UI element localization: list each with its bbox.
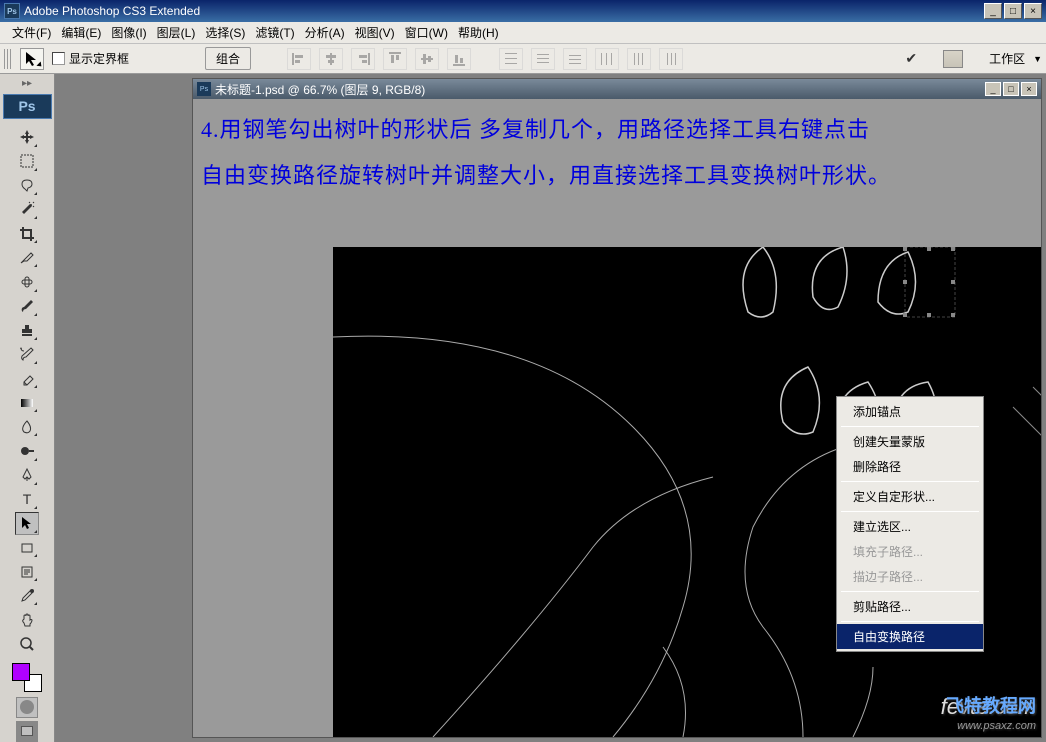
screenmode-button[interactable] xyxy=(16,721,38,742)
foreground-color[interactable] xyxy=(12,663,30,681)
menu-view[interactable]: 视图(V) xyxy=(351,22,399,43)
svg-text:T: T xyxy=(23,491,32,507)
menu-layer[interactable]: 图层(L) xyxy=(153,22,200,43)
wand-tool[interactable] xyxy=(15,198,39,221)
menu-help[interactable]: 帮助(H) xyxy=(454,22,503,43)
maximize-button[interactable]: □ xyxy=(1004,3,1022,19)
ctx-create-mask[interactable]: 创建矢量蒙版 xyxy=(837,429,983,454)
app-titlebar: Ps Adobe Photoshop CS3 Extended _ □ × xyxy=(0,0,1046,22)
ps-logo-icon: Ps xyxy=(3,94,52,119)
distribute-right-icon xyxy=(659,48,683,70)
blur-tool[interactable] xyxy=(15,415,39,438)
options-bar: 显示定界框 组合 ✔ 工作区 ▼ xyxy=(0,44,1046,74)
checkbox-icon xyxy=(52,52,65,65)
dodge-tool[interactable] xyxy=(15,439,39,462)
window-controls: _ □ × xyxy=(984,3,1042,19)
lasso-tool[interactable] xyxy=(15,174,39,197)
collapse-arrow-icon[interactable]: ▸▸ xyxy=(3,78,52,90)
zoom-tool[interactable] xyxy=(15,633,39,656)
watermark-sub: www.psaxz.com xyxy=(941,720,1036,732)
doc-maximize-button[interactable]: □ xyxy=(1003,82,1019,96)
color-swatch[interactable] xyxy=(12,663,42,692)
document-titlebar[interactable]: Ps 未标题-1.psd @ 66.7% (图层 9, RGB/8) _ □ × xyxy=(193,79,1041,99)
distribute-hcenter-icon xyxy=(627,48,651,70)
menu-window[interactable]: 窗口(W) xyxy=(401,22,452,43)
watermark-cn: 飞特教程网 xyxy=(946,692,1036,718)
ctx-clip-path[interactable]: 剪贴路径... xyxy=(837,594,983,619)
ctx-make-selection[interactable]: 建立选区... xyxy=(837,514,983,539)
minimize-button[interactable]: _ xyxy=(984,3,1002,19)
workspace: ▸▸ Ps T Ps 未标题-1.psd @ 6 xyxy=(0,74,1046,742)
distribute-bottom-icon xyxy=(563,48,587,70)
workspace-dropdown-icon[interactable]: ▼ xyxy=(1033,54,1042,64)
doc-icon: Ps xyxy=(197,82,211,96)
menu-select[interactable]: 选择(S) xyxy=(201,22,249,43)
move-tool[interactable] xyxy=(15,126,39,149)
distribute-vcenter-icon xyxy=(531,48,555,70)
doc-close-button[interactable]: × xyxy=(1021,82,1037,96)
slice-tool[interactable] xyxy=(15,246,39,269)
eyedropper-tool[interactable] xyxy=(15,584,39,607)
separator xyxy=(841,426,979,427)
show-bbox-label: 显示定界框 xyxy=(69,50,129,67)
context-menu: 添加锚点 创建矢量蒙版 删除路径 定义自定形状... 建立选区... 填充子路径… xyxy=(836,396,984,652)
align-hcenter-icon xyxy=(319,48,343,70)
distribute-top-icon xyxy=(499,48,523,70)
pen-tool[interactable] xyxy=(15,464,39,487)
align-top-icon xyxy=(383,48,407,70)
grip-icon[interactable] xyxy=(4,49,12,69)
menu-image[interactable]: 图像(I) xyxy=(107,22,150,43)
document-title: 未标题-1.psd @ 66.7% (图层 9, RGB/8) xyxy=(215,81,983,98)
ctx-delete-path[interactable]: 删除路径 xyxy=(837,454,983,479)
gradient-tool[interactable] xyxy=(15,391,39,414)
hand-tool[interactable] xyxy=(15,608,39,631)
ctx-add-anchor[interactable]: 添加锚点 xyxy=(837,399,983,424)
ctx-define-shape[interactable]: 定义自定形状... xyxy=(837,484,983,509)
current-tool-indicator[interactable] xyxy=(20,48,44,70)
heal-tool[interactable] xyxy=(15,270,39,293)
align-right-icon xyxy=(351,48,375,70)
quickmask-button[interactable] xyxy=(16,697,38,718)
separator xyxy=(841,511,979,512)
app-title: Adobe Photoshop CS3 Extended xyxy=(24,4,984,18)
menu-edit[interactable]: 编辑(E) xyxy=(57,22,105,43)
eraser-tool[interactable] xyxy=(15,367,39,390)
align-vcenter-icon xyxy=(415,48,439,70)
crop-tool[interactable] xyxy=(15,222,39,245)
separator xyxy=(841,481,979,482)
shape-tool[interactable] xyxy=(15,536,39,559)
align-left-icon xyxy=(287,48,311,70)
palette-well-icon[interactable] xyxy=(943,50,963,68)
ctx-stroke-subpath: 描边子路径... xyxy=(837,564,983,589)
history-brush-tool[interactable] xyxy=(15,343,39,366)
instruction-text: 4.用钢笔勾出树叶的形状后 多复制几个，用路径选择工具右键点击自由变换路径旋转树… xyxy=(201,107,891,199)
close-button[interactable]: × xyxy=(1024,3,1042,19)
app-icon: Ps xyxy=(4,3,20,19)
workspace-label[interactable]: 工作区 xyxy=(989,50,1025,67)
menu-file[interactable]: 文件(F) xyxy=(8,22,55,43)
menu-filter[interactable]: 滤镜(T) xyxy=(251,22,298,43)
ctx-fill-subpath: 填充子路径... xyxy=(837,539,983,564)
brush-tool[interactable] xyxy=(15,295,39,318)
show-bbox-checkbox[interactable]: 显示定界框 xyxy=(52,50,129,67)
marquee-tool[interactable] xyxy=(15,150,39,173)
menu-bar: 文件(F) 编辑(E) 图像(I) 图层(L) 选择(S) 滤镜(T) 分析(A… xyxy=(0,22,1046,44)
stamp-tool[interactable] xyxy=(15,319,39,342)
doc-minimize-button[interactable]: _ xyxy=(985,82,1001,96)
group-button[interactable]: 组合 xyxy=(205,47,251,70)
menu-analysis[interactable]: 分析(A) xyxy=(301,22,349,43)
path-selection-tool[interactable] xyxy=(15,512,39,535)
tool-palette: ▸▸ Ps T xyxy=(0,74,55,742)
ctx-free-transform[interactable]: 自由变换路径 xyxy=(837,624,983,649)
separator xyxy=(841,621,979,622)
type-tool[interactable]: T xyxy=(15,488,39,511)
commit-icon[interactable]: ✔ xyxy=(905,50,917,67)
notes-tool[interactable] xyxy=(15,560,39,583)
separator xyxy=(841,591,979,592)
watermark: fevte.com 飞特教程网 www.psaxz.com xyxy=(941,694,1036,732)
align-bottom-icon xyxy=(447,48,471,70)
distribute-left-icon xyxy=(595,48,619,70)
